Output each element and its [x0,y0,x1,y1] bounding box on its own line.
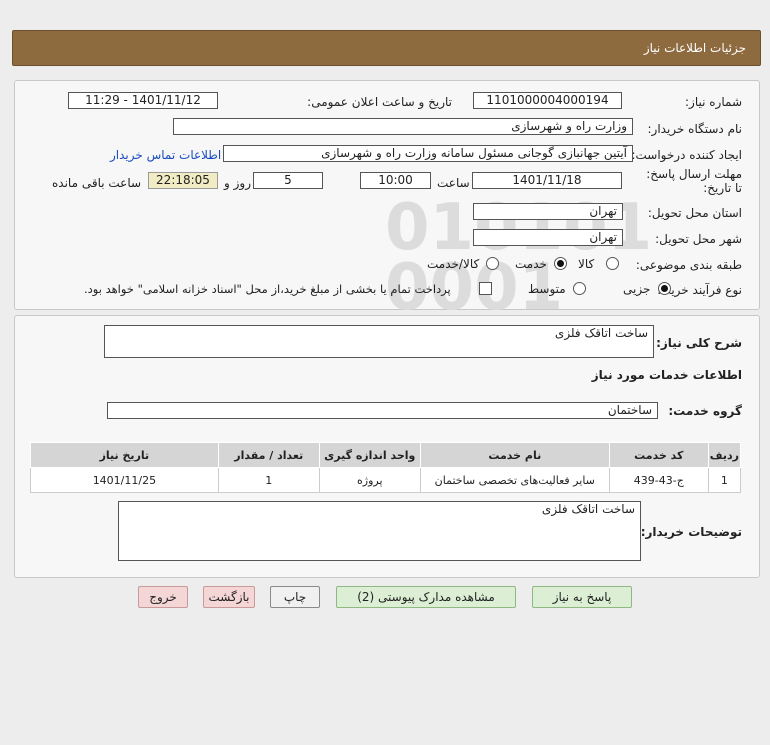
process-option-medium: متوسط [528,282,566,296]
need-number-label: شماره نیاز: [685,95,742,109]
buyer-contact-link[interactable]: اطلاعات تماس خریدار [110,148,221,162]
cell-unit: پروژه [318,467,421,493]
treasury-payment-note: پرداخت تمام یا بخشی از مبلغ خرید،از محل … [84,282,451,296]
days-label: روز و [224,176,251,190]
col-date: تاریخ نیاز [30,442,219,468]
remaining-label: ساعت باقی مانده [52,176,142,190]
cell-qty: 1 [217,467,320,493]
deadline-time-label: ساعت [437,176,470,190]
process-option-minor: جزیی [623,282,651,296]
table-header-row: ردیف کد خدمت نام خدمت واحد اندازه گیری ت… [30,442,742,468]
service-group-label: گروه خدمت: [668,404,742,418]
col-qty: تعداد / مقدار [217,442,320,468]
cell-name: سایر فعالیت‌های تخصصی ساختمان [419,467,610,493]
category-radio-service[interactable] [554,257,567,270]
category-option-goods-service: کالا/خدمت [427,257,480,271]
cell-row: 1 [707,467,742,493]
summary-field: ساخت اتاقک فلزی [104,325,654,358]
remaining-time-field: 22:18:05 [148,172,218,189]
page-title: جزئیات اطلاعات نیاز [643,41,746,55]
category-option-goods: کالا [578,257,595,271]
category-radio-goods[interactable] [606,257,619,270]
buyer-org-label: نام دستگاه خریدار: [647,122,743,136]
city-field: تهران [473,229,623,246]
col-name: نام خدمت [419,442,610,468]
services-table: ردیف کد خدمت نام خدمت واحد اندازه گیری ت… [30,442,742,493]
need-info-panel [14,80,760,310]
exit-button[interactable]: خروج [138,586,188,608]
reply-button[interactable]: پاسخ به نیاز [532,586,632,608]
need-number-field: 1101000004000194 [473,92,622,109]
category-label: طبقه بندی موضوعی: [635,258,742,272]
province-label: استان محل تحویل: [647,206,742,220]
col-row: ردیف [707,442,742,468]
cell-date: 1401/11/25 [30,467,219,493]
page-header: جزئیات اطلاعات نیاز [12,30,761,66]
treasury-payment-checkbox[interactable] [479,282,492,295]
services-section-title: اطلاعات خدمات مورد نیاز [591,368,742,382]
back-button[interactable]: بازگشت [203,586,255,608]
buyer-notes-field: ساخت اتاقک فلزی [118,501,641,561]
category-radio-goods-service[interactable] [486,257,499,270]
print-button[interactable]: چاپ [270,586,320,608]
announce-label: تاریخ و ساعت اعلان عمومی: [307,95,452,109]
buyer-notes-label: توضیحات خریدار: [640,525,742,539]
cell-code: ج-43-439 [608,467,709,493]
summary-label: شرح کلی نیاز: [656,336,742,350]
col-code: کد خدمت [608,442,709,468]
buyer-org-field: وزارت راه و شهرسازی [173,118,633,135]
requester-label: ایجاد کننده درخواست: [631,148,742,162]
deadline-time-field: 10:00 [360,172,431,189]
process-radio-minor[interactable] [658,282,671,295]
service-group-field: ساختمان [107,402,658,419]
days-field: 5 [253,172,323,189]
process-radio-medium[interactable] [573,282,586,295]
table-row: 1 ج-43-439 سایر فعالیت‌های تخصصی ساختمان… [30,467,742,493]
deadline-date-field: 1401/11/18 [472,172,622,189]
city-label: شهر محل تحویل: [655,232,742,246]
deadline-label: مهلت ارسال پاسخ: تا تاریخ: [646,167,742,195]
col-unit: واحد اندازه گیری [318,442,421,468]
category-option-service: خدمت [515,257,547,271]
view-documents-button[interactable]: مشاهده مدارک پیوستی (2) [336,586,516,608]
announce-date-field: 1401/11/12 - 11:29 [68,92,218,109]
requester-field: آیتین جهانبازی گوجانی مسئول سامانه وزارت… [223,145,633,162]
province-field: تهران [473,203,623,220]
